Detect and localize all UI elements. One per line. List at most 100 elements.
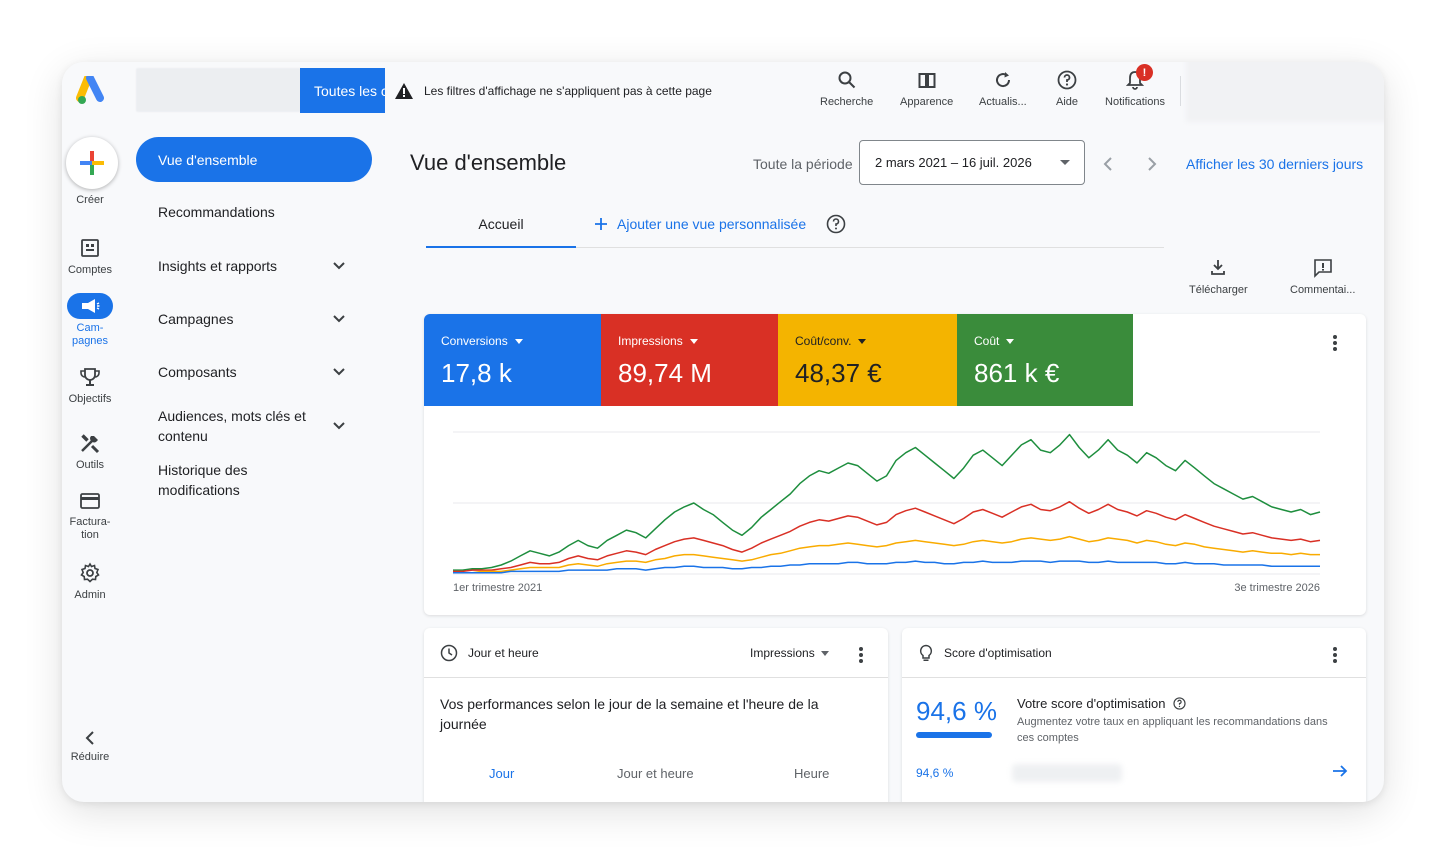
- scope-button[interactable]: Toutes les c: [300, 68, 385, 113]
- tab-day[interactable]: Jour: [489, 766, 514, 781]
- series-line-impressions: [453, 500, 1321, 573]
- collapse-label: Réduire: [70, 751, 110, 763]
- dropdown-caret-icon: [820, 650, 829, 656]
- help-icon[interactable]: [1173, 697, 1187, 710]
- series-line-co-t: [453, 433, 1321, 571]
- add-custom-view-label: Ajouter une vue personnalisée: [617, 216, 807, 232]
- nav-item-label: Vue d'ensemble: [158, 151, 258, 168]
- metric-tile-impressions[interactable]: Impressions 89,74 M: [601, 314, 778, 406]
- notifications-label: Notifications: [1105, 96, 1165, 108]
- download-icon: [1211, 260, 1226, 275]
- metric-value: 48,37 €: [795, 358, 882, 388]
- notification-badge: !: [1136, 64, 1153, 81]
- performance-chart-card: Conversions 17,8 k Impressions 89,74 M C…: [424, 314, 1366, 615]
- rail-item-admin[interactable]: Admin: [62, 562, 118, 602]
- chevron-down-icon[interactable]: [332, 367, 346, 377]
- tools-icon: [81, 434, 100, 454]
- gear-icon: [80, 562, 100, 583]
- dropdown-caret-icon: [858, 338, 867, 344]
- prev-period-arrow-icon[interactable]: [1102, 156, 1114, 172]
- dropdown-caret-icon: [514, 338, 523, 344]
- series-line-co-t-conv-: [453, 535, 1320, 574]
- nav-item-overview[interactable]: Vue d'ensemble: [136, 137, 372, 182]
- search-button[interactable]: Recherche: [820, 66, 873, 108]
- day-hour-description: Vos performances selon le jour de la sem…: [440, 696, 819, 732]
- rail-item-accounts[interactable]: Comptes: [62, 238, 118, 277]
- clock-icon: [440, 644, 458, 661]
- optimization-score-bar: [916, 732, 992, 738]
- appearance-label: Apparence: [900, 96, 954, 108]
- nav-item-recommendations[interactable]: Recommandations: [158, 202, 358, 222]
- app-window: Toutes les c Les filtres d'affichage ne …: [62, 62, 1384, 802]
- nav-item-campaigns[interactable]: Campagnes: [158, 309, 358, 329]
- accounts-label: Comptes: [67, 264, 113, 276]
- x-axis-end-label: 3e trimestre 2026: [1234, 582, 1320, 594]
- chevron-down-icon[interactable]: [332, 261, 346, 271]
- metric-name: Coût/conv.: [795, 334, 852, 348]
- filter-warning: Les filtres d'affichage ne s'appliquent …: [394, 82, 712, 100]
- help-icon[interactable]: [826, 214, 846, 234]
- campaigns-label: Cam- pagnes: [71, 322, 109, 347]
- tab-hour[interactable]: Heure: [794, 766, 829, 781]
- nav-item-assets[interactable]: Composants: [158, 362, 358, 382]
- next-period-arrow-icon[interactable]: [1146, 156, 1158, 172]
- help-button[interactable]: Aide: [1056, 66, 1078, 108]
- accounts-icon: [81, 239, 99, 257]
- lightbulb-icon: [919, 644, 933, 661]
- megaphone-icon: [82, 299, 100, 313]
- trophy-icon: [80, 368, 100, 386]
- tab-day-and-hour[interactable]: Jour et heure: [617, 766, 694, 781]
- metric-tile-cost-per-conv[interactable]: Coût/conv. 48,37 €: [778, 314, 957, 406]
- rail-item-tools[interactable]: Outils: [62, 432, 118, 472]
- nav-item-label: Audiences, mots clés et contenu: [158, 408, 306, 444]
- arrow-right-icon[interactable]: [1332, 764, 1348, 778]
- tab-home[interactable]: Accueil: [426, 202, 576, 248]
- rail-item-campaigns[interactable]: Cam- pagnes: [62, 293, 118, 348]
- appearance-button[interactable]: Apparence: [900, 66, 953, 108]
- more-vert-icon[interactable]: [1332, 646, 1338, 664]
- optimization-card-header: Score d'optimisation: [902, 628, 1366, 678]
- page-title: Vue d'ensemble: [410, 150, 567, 175]
- more-vert-icon[interactable]: [1332, 334, 1338, 352]
- help-label: Aide: [1056, 96, 1079, 108]
- account-info-redacted: [1186, 62, 1384, 122]
- metric-tile-cost[interactable]: Coût 861 k €: [957, 314, 1133, 406]
- refresh-button[interactable]: Actualis...: [979, 66, 1027, 108]
- last-30-days-link[interactable]: Afficher les 30 derniers jours: [1186, 156, 1363, 172]
- plus-icon: [595, 218, 607, 230]
- add-custom-view-button[interactable]: Ajouter une vue personnalisée: [594, 216, 806, 232]
- metric-tile-conversions[interactable]: Conversions 17,8 k: [424, 314, 601, 406]
- rail-item-billing[interactable]: Factura- tion: [62, 492, 118, 542]
- create-button[interactable]: [66, 137, 118, 189]
- day-hour-card: Jour et heure Impressions Vos performanc…: [424, 628, 888, 802]
- filter-warning-text: Les filtres d'affichage ne s'appliquent …: [424, 84, 712, 98]
- account-selector[interactable]: [136, 68, 302, 112]
- dropdown-caret-icon: [1060, 160, 1070, 165]
- chevron-down-icon[interactable]: [332, 421, 346, 431]
- plus-icon: [80, 151, 104, 175]
- rail-create-label-wrap: Créer: [62, 194, 118, 207]
- chevron-left-icon: [85, 731, 94, 745]
- nav-item-change-history[interactable]: Historique des modifications: [158, 460, 278, 500]
- notifications-button[interactable]: ! Notifications: [1100, 64, 1170, 108]
- tools-label: Outils: [75, 459, 105, 471]
- metric-select[interactable]: Impressions: [750, 646, 829, 660]
- chevron-down-icon[interactable]: [332, 314, 346, 324]
- comments-button[interactable]: Commentai...: [1290, 258, 1355, 296]
- search-label: Recherche: [820, 96, 874, 108]
- date-range-select[interactable]: 2 mars 2021 – 16 juil. 2026: [859, 140, 1085, 185]
- goals-label: Objectifs: [68, 393, 112, 405]
- download-button[interactable]: Télécharger: [1189, 258, 1248, 296]
- dropdown-caret-icon: [689, 338, 698, 344]
- google-ads-logo[interactable]: [76, 76, 108, 106]
- nav-item-insights[interactable]: Insights et rapports: [158, 256, 358, 276]
- nav-item-label: Insights et rapports: [158, 258, 278, 274]
- download-label: Télécharger: [1189, 284, 1248, 296]
- more-vert-icon[interactable]: [858, 646, 864, 664]
- collapse-button[interactable]: Réduire: [62, 730, 118, 764]
- warning-icon: [395, 83, 413, 99]
- nav-item-audiences[interactable]: Audiences, mots clés et contenu: [158, 406, 318, 446]
- optimization-score-value: 94,6 %: [916, 696, 997, 726]
- optimization-score-card: Score d'optimisation 94,6 % Votre score …: [902, 628, 1366, 802]
- rail-item-goals[interactable]: Objectifs: [62, 366, 118, 406]
